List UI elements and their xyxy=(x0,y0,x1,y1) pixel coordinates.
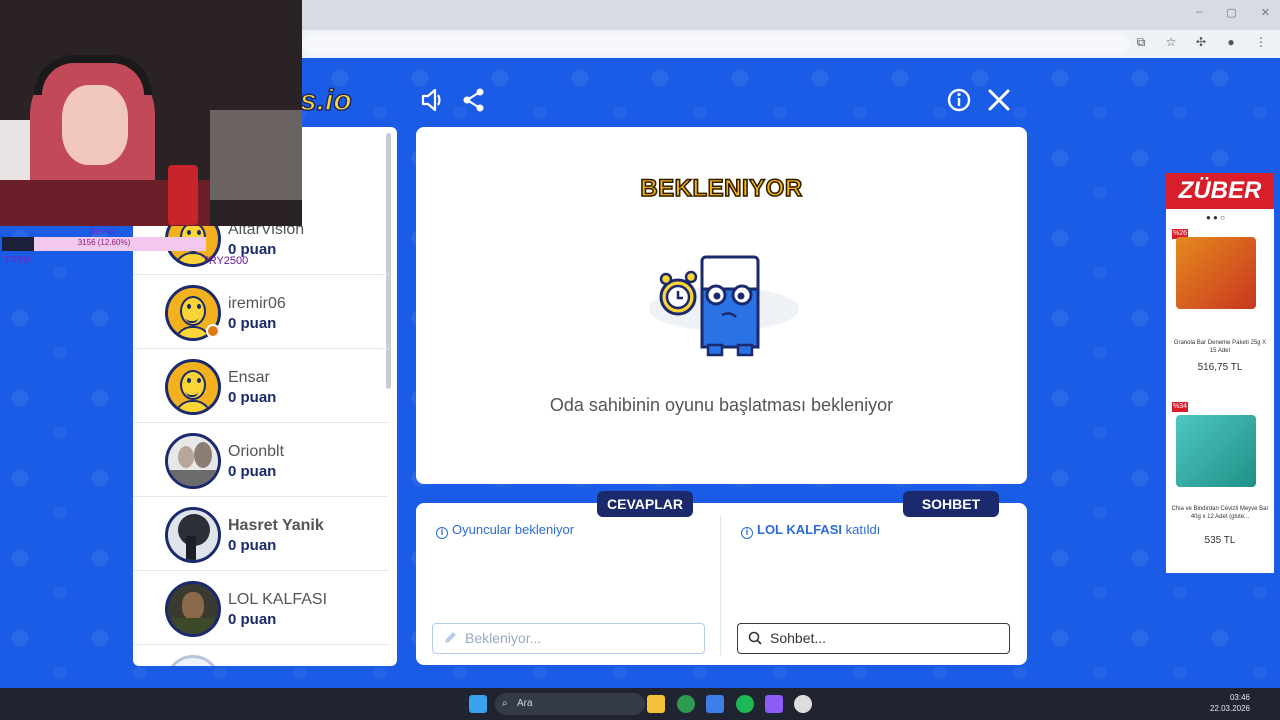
ad-product-price: 535 TL xyxy=(1204,535,1236,546)
start-icon[interactable] xyxy=(469,695,487,713)
donation-goal: TRY2500 xyxy=(202,255,249,267)
avatar xyxy=(165,359,221,415)
chat-info: i LOL KALFASI katıldı xyxy=(741,522,880,539)
game-logo[interactable]: s.io xyxy=(299,83,352,118)
close-icon[interactable] xyxy=(986,87,1012,113)
avatar xyxy=(165,507,221,563)
discount-badge: %34 xyxy=(1172,402,1188,412)
player-points: 0 puan xyxy=(228,389,277,406)
player-points: 0 puan xyxy=(228,463,277,480)
player-row[interactable]: Hasret Yanik 0 puan xyxy=(133,497,389,571)
player-name: iremir06 xyxy=(228,295,286,312)
cast-icon[interactable]: ⧉ xyxy=(1134,35,1148,49)
ad-product-image[interactable] xyxy=(1176,237,1256,309)
app-icon[interactable] xyxy=(765,695,783,713)
ad-product-image[interactable] xyxy=(1176,415,1256,487)
ad-carousel-dots[interactable]: ● ● ○ xyxy=(1206,213,1225,222)
taskbar: ⌕ Ara 03:46 22.03.2026 xyxy=(0,688,1280,720)
player-row[interactable]: LOL KALFASI 0 puan xyxy=(133,571,389,645)
search-icon xyxy=(748,631,762,645)
search-icon: ⌕ xyxy=(502,698,508,709)
divider xyxy=(720,515,721,655)
status-title: BEKLENIYOR xyxy=(640,174,803,203)
player-row[interactable]: iremir06 0 puan xyxy=(133,275,389,349)
ad-product-price: 516,75 TL xyxy=(1197,362,1243,373)
waiting-mascot-icon xyxy=(649,255,799,357)
tab-chat[interactable]: SOHBET xyxy=(903,491,999,517)
window-controls: – ▢ ✕ xyxy=(1196,6,1270,19)
donation-progress-bar: 3156 (12.60%) xyxy=(2,237,206,251)
answer-input[interactable]: Bekleniyor... xyxy=(432,623,705,654)
mail-icon[interactable] xyxy=(706,695,724,713)
player-name: Hasret Yanik xyxy=(228,517,324,534)
avatar xyxy=(165,433,221,489)
ad-brand: ZÜBER xyxy=(1166,173,1274,209)
star-icon[interactable]: ☆ xyxy=(1164,35,1178,49)
folder-icon[interactable] xyxy=(647,695,665,713)
share-icon[interactable] xyxy=(461,87,487,113)
info-icon: i xyxy=(741,527,753,539)
ad-banner[interactable]: ZÜBER ● ● ○ %26 Granola Bar Deneme Paket… xyxy=(1166,173,1274,573)
status-badge xyxy=(206,324,220,338)
donation-min: TRY0 xyxy=(4,255,30,266)
status-message: Oda sahibinin oyunu başlatması bekleniyo… xyxy=(549,395,894,415)
donation-progress-label: 3156 (12.60%) xyxy=(77,238,131,247)
spotify-icon[interactable] xyxy=(736,695,754,713)
answers-info: i Oyuncular bekleniyor xyxy=(436,522,574,539)
info-icon[interactable] xyxy=(946,87,972,113)
player-points: 0 puan xyxy=(228,611,277,628)
extensions-icon[interactable]: ✣ xyxy=(1194,35,1208,49)
chrome-icon[interactable] xyxy=(677,695,695,713)
menu-icon[interactable]: ⋮ xyxy=(1254,35,1268,49)
obs-icon[interactable] xyxy=(794,695,812,713)
info-icon: i xyxy=(436,527,448,539)
tab-answers[interactable]: CEVAPLAR xyxy=(597,491,693,517)
ad-product-name: Chia ve Bindirdan Cevizli Meyve Bar 40g … xyxy=(1171,506,1269,520)
donation-title: Destek xyxy=(90,227,115,236)
taskbar-search[interactable]: ⌕ Ara xyxy=(495,693,645,715)
chat-input[interactable]: Sohbet... xyxy=(737,623,1010,654)
address-bar[interactable] xyxy=(302,33,1130,55)
volume-icon[interactable] xyxy=(420,87,446,113)
answers-chat-card: CEVAPLAR SOHBET i Oyuncular bekleniyor iL… xyxy=(416,491,1027,665)
player-points: 0 puan xyxy=(228,537,277,554)
player-name: Ensar xyxy=(228,369,270,386)
ad-product-name: Granola Bar Deneme Paketi 25g X 15 Adet xyxy=(1173,340,1267,354)
pencil-icon xyxy=(445,632,456,643)
status-card: BEKLENIYOR Oda sahibinin oyunu başlatmas… xyxy=(416,127,1027,484)
close-window-button[interactable]: ✕ xyxy=(1261,6,1270,19)
player-name: Orionblt xyxy=(228,443,285,460)
player-row[interactable]: Orionblt 0 puan xyxy=(133,423,389,497)
minimize-button[interactable]: – xyxy=(1196,6,1202,19)
player-row[interactable]: Ensar 0 puan xyxy=(133,349,389,423)
profile-icon[interactable]: ● xyxy=(1224,35,1238,49)
maximize-button[interactable]: ▢ xyxy=(1226,6,1236,19)
webcam-overlay xyxy=(0,0,302,226)
avatar xyxy=(165,655,221,666)
player-row[interactable] xyxy=(133,645,389,666)
player-name: LOL KALFASI xyxy=(228,591,328,608)
clock[interactable]: 03:46 22.03.2026 xyxy=(1210,692,1250,714)
player-points: 0 puan xyxy=(228,315,277,332)
avatar xyxy=(165,581,221,637)
